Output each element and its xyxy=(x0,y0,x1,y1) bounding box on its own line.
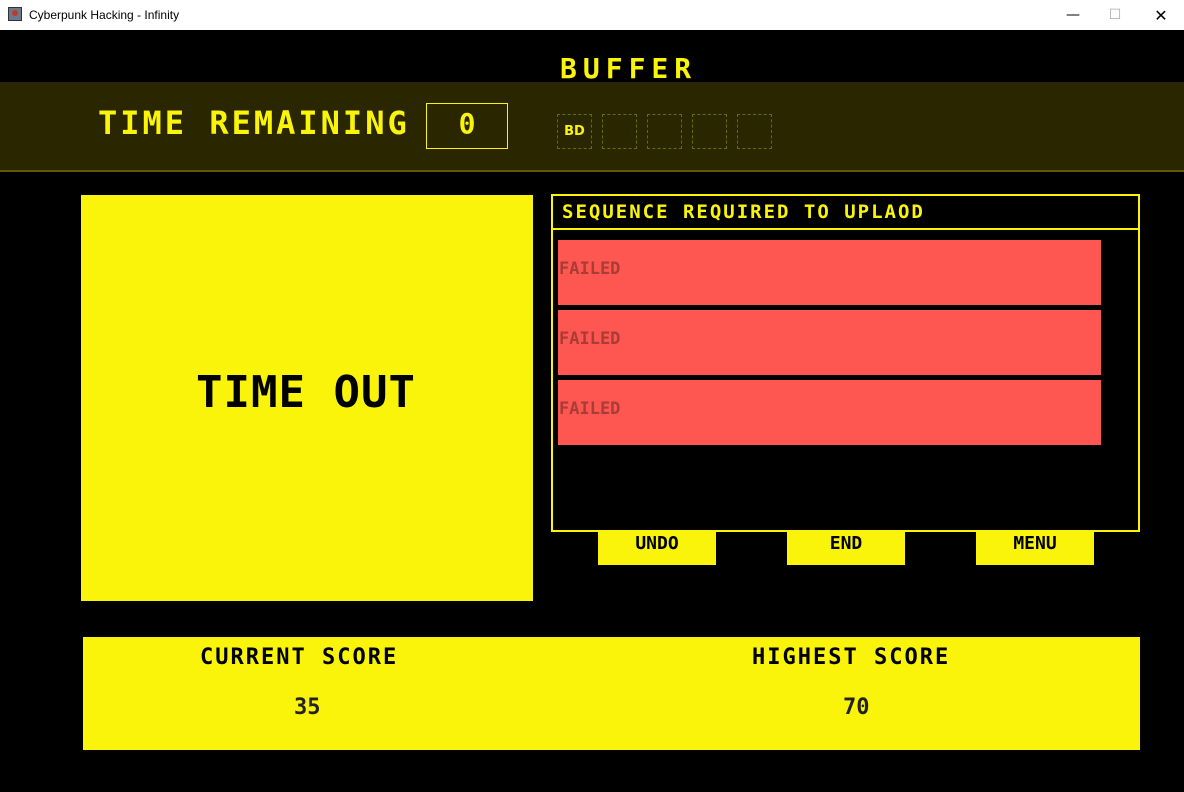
code-matrix-panel: TIME OUT xyxy=(81,195,533,601)
buffer-slot xyxy=(737,114,772,149)
header-divider xyxy=(0,170,1184,177)
sequence-status: FAILED xyxy=(559,259,621,279)
maximize-icon[interactable]: ☐ xyxy=(1092,0,1138,30)
buffer-slot xyxy=(602,114,637,149)
time-remaining-value: 0 xyxy=(426,103,508,149)
window-titlebar: Cyberpunk Hacking - Infinity — ☐ ✕ xyxy=(0,0,1184,30)
buffer-slot xyxy=(647,114,682,149)
highest-score-label: HIGHEST SCORE xyxy=(752,645,951,670)
end-button[interactable]: END xyxy=(787,531,905,565)
minimize-icon[interactable]: — xyxy=(1050,0,1096,30)
sequence-status: FAILED xyxy=(559,329,621,349)
sequence-item: FAILED xyxy=(558,240,1101,305)
current-score-value: 35 xyxy=(294,695,321,720)
window-title: Cyberpunk Hacking - Infinity xyxy=(29,8,180,22)
menu-button[interactable]: MENU xyxy=(976,531,1094,565)
sequence-item: FAILED xyxy=(558,380,1101,445)
buffer-slots: BD xyxy=(557,114,772,149)
time-remaining-label: TIME REMAINING xyxy=(98,104,410,142)
app-icon xyxy=(8,7,22,21)
current-score-label: CURRENT SCORE xyxy=(200,645,399,670)
buffer-slot xyxy=(692,114,727,149)
sequence-item: FAILED xyxy=(558,310,1101,375)
undo-button[interactable]: UNDO xyxy=(598,531,716,565)
highest-score-value: 70 xyxy=(843,695,870,720)
sequence-header: SEQUENCE REQUIRED TO UPLAOD xyxy=(551,194,1140,230)
close-icon[interactable]: ✕ xyxy=(1138,0,1184,30)
buffer-slot: BD xyxy=(557,114,592,149)
sequence-status: FAILED xyxy=(559,399,621,419)
sequence-header-label: SEQUENCE REQUIRED TO UPLAOD xyxy=(562,201,925,223)
game-status-text: TIME OUT xyxy=(196,366,416,418)
buffer-title: BUFFER xyxy=(560,52,698,85)
